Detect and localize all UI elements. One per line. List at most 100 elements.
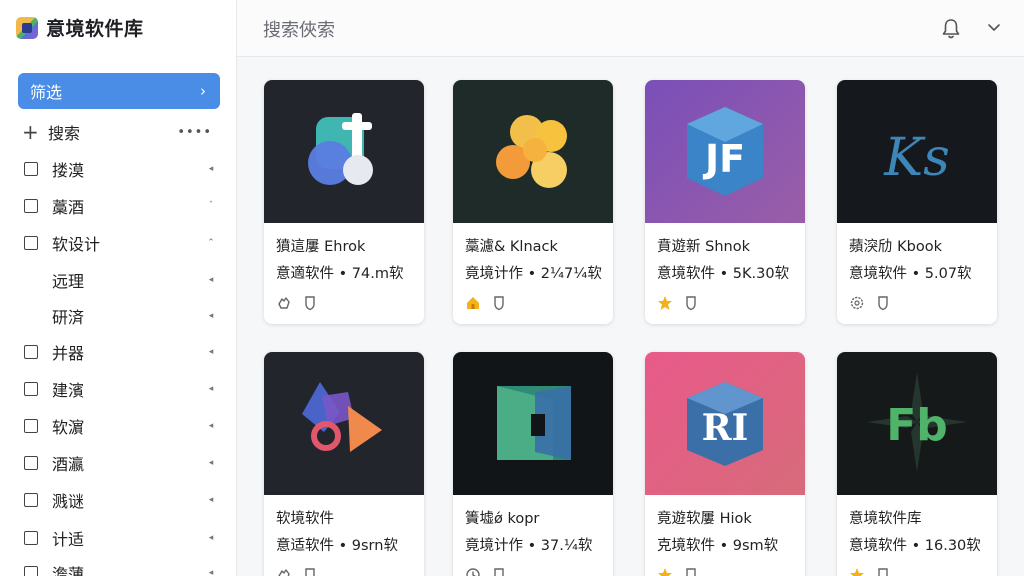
chevron-right-icon: › — [200, 82, 206, 100]
card-meta: 意境软件 • 5K.30软 — [657, 266, 790, 282]
software-card[interactable]: JF 賁遊新 Shnok 意境软件 • 5K.30软 — [645, 80, 805, 324]
card-title: 软境软件 — [276, 511, 334, 527]
category-checkbox[interactable] — [24, 162, 38, 176]
shield-icon[interactable] — [302, 567, 318, 576]
category-item[interactable]: 建濱 ◂ — [24, 377, 216, 401]
card-title: 簀墟ǿ kopr — [465, 511, 540, 527]
card-meta: 意適软件 • 74.m软 — [276, 266, 404, 282]
software-card[interactable]: 簀墟ǿ kopr 竟境计作 • 37.¼软 — [453, 352, 613, 576]
category-checkbox[interactable] — [24, 236, 38, 250]
category-item[interactable]: 软设计 ⌃ — [24, 231, 216, 255]
caret-icon[interactable]: ◂ — [206, 164, 216, 174]
app-thumbnail — [453, 80, 613, 223]
logo-text: Ks — [883, 128, 950, 188]
caret-icon[interactable]: ◂ — [206, 495, 216, 505]
category-item[interactable]: 酒瀛 ◂ — [24, 451, 216, 475]
search-input[interactable]: 搜索俠索 — [263, 16, 335, 42]
app-thumbnail — [264, 352, 424, 495]
category-item[interactable]: 计适 ◂ — [24, 526, 216, 550]
category-checkbox[interactable] — [24, 382, 38, 396]
software-card[interactable]: 獖這屢 Ehrok 意適软件 • 74.m软 — [264, 80, 424, 324]
card-title: 意境软件库 — [849, 511, 922, 527]
star-icon[interactable] — [657, 567, 673, 576]
app-thumbnail — [453, 352, 613, 495]
category-checkbox[interactable] — [24, 493, 38, 507]
category-checkbox[interactable] — [24, 345, 38, 359]
gear-icon[interactable] — [849, 295, 865, 311]
card-meta: 竟境计作 • 37.¼软 — [465, 538, 593, 554]
caret-icon[interactable]: ◂ — [206, 347, 216, 357]
shield-icon[interactable] — [875, 567, 891, 576]
sidebar-search-label: 搜索 — [48, 124, 81, 143]
category-item[interactable]: 藁酒 ˇ — [24, 194, 216, 218]
category-item[interactable]: 并器 ◂ — [24, 340, 216, 364]
category-checkbox[interactable] — [24, 531, 38, 545]
shield-icon[interactable] — [491, 295, 507, 311]
caret-icon[interactable]: ◂ — [206, 275, 216, 285]
hand-icon[interactable] — [276, 295, 292, 311]
software-card[interactable]: 软境软件 意适软件 • 9srn软 — [264, 352, 424, 576]
logo-text: JF — [702, 137, 745, 181]
category-checkbox[interactable] — [24, 419, 38, 433]
shield-icon[interactable] — [683, 567, 699, 576]
caret-icon[interactable]: ◂ — [206, 421, 216, 431]
clock-icon[interactable] — [465, 567, 481, 576]
category-label: 藁酒 — [52, 198, 85, 217]
card-title: 獖這屢 Ehrok — [276, 239, 366, 255]
star-icon[interactable] — [657, 295, 673, 311]
filter-button[interactable]: 筛选 › — [18, 73, 220, 109]
bell-icon[interactable] — [941, 18, 961, 40]
card-title: 賁遊新 Shnok — [657, 239, 750, 255]
hand-icon[interactable] — [276, 567, 292, 576]
card-title: 竟遊软屢 Hiok — [657, 511, 752, 527]
caret-icon[interactable]: ◂ — [206, 458, 216, 468]
card-meta: 克境软件 • 9sm软 — [657, 538, 779, 554]
shield-icon[interactable] — [683, 295, 699, 311]
software-card[interactable]: Ks 蘋湥劤 Kbook 意境软件 • 5.07软 — [837, 80, 997, 324]
caret-icon[interactable]: ◂ — [206, 533, 216, 543]
star-icon[interactable] — [849, 567, 865, 576]
category-label: 搂漠 — [52, 161, 85, 180]
top-header: 搜索俠索 — [237, 0, 1024, 57]
brand[interactable]: 意境软件库 — [16, 14, 144, 41]
caret-icon[interactable]: ◂ — [206, 311, 216, 321]
software-card[interactable]: Fb 意境软件库 意境软件 • 16.30软 — [837, 352, 997, 576]
shield-icon[interactable] — [875, 295, 891, 311]
app-logo-icon — [16, 16, 38, 39]
category-item[interactable]: 澹薄 ◂ — [24, 561, 216, 576]
shield-icon[interactable] — [302, 295, 318, 311]
shield-icon[interactable] — [491, 567, 507, 576]
more-icon[interactable]: •••• — [177, 125, 212, 140]
sidebar: 意境软件库 筛选 › + 搜索 •••• 搂漠 ◂ 藁酒 ˇ 软设计 ⌃ 远理 … — [0, 0, 237, 576]
category-item[interactable]: 软濵 ◂ — [24, 414, 216, 438]
subcategory-item[interactable]: 研済 ◂ — [52, 304, 216, 328]
category-checkbox[interactable] — [24, 566, 38, 576]
category-checkbox[interactable] — [24, 199, 38, 213]
plus-icon: + — [22, 120, 39, 144]
subcategory-item[interactable]: 远理 ◂ — [52, 268, 216, 292]
caret-icon[interactable]: ˇ — [206, 201, 216, 211]
category-item[interactable]: 搂漠 ◂ — [24, 157, 216, 181]
category-label: 溅谜 — [52, 492, 85, 511]
category-checkbox[interactable] — [24, 456, 38, 470]
category-item[interactable]: 溅谜 ◂ — [24, 488, 216, 512]
software-card[interactable]: RI 竟遊软屢 Hiok 克境软件 • 9sm软 — [645, 352, 805, 576]
app-thumbnail — [264, 80, 424, 223]
category-label: 软濵 — [52, 418, 85, 437]
filter-label: 筛选 — [30, 83, 63, 102]
category-label: 酒瀛 — [52, 455, 85, 474]
chevron-down-icon[interactable] — [987, 20, 1001, 34]
category-label: 建濱 — [52, 381, 85, 400]
home-icon[interactable] — [465, 295, 481, 311]
caret-icon[interactable]: ⌃ — [206, 238, 216, 248]
category-label: 计适 — [52, 530, 85, 549]
caret-icon[interactable]: ◂ — [206, 568, 216, 576]
card-title: 蘋湥劤 Kbook — [849, 239, 942, 255]
caret-icon[interactable]: ◂ — [206, 384, 216, 394]
category-label: 软设计 — [52, 235, 101, 254]
app-thumbnail: RI — [645, 352, 805, 495]
sidebar-search-row[interactable]: + 搜索 •••• — [22, 120, 212, 144]
category-label: 研済 — [52, 308, 85, 327]
software-card[interactable]: 藁濾& Klnack 竟境计作 • 2¼7¼软 — [453, 80, 613, 324]
logo-text: Fb — [886, 400, 948, 451]
